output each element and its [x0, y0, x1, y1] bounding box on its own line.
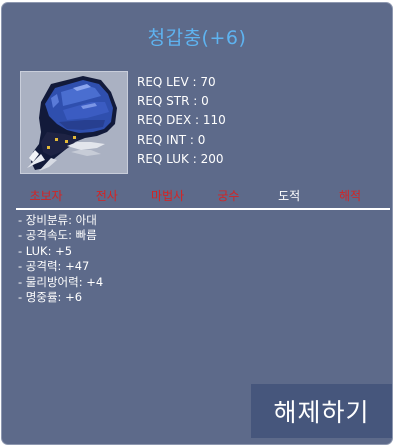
- item-name: 청갑충(+6): [147, 27, 247, 49]
- item-tooltip: 청갑충(+6) REQ LEV: 70 REQ STR: 0 REQ DEX…: [1, 2, 393, 445]
- job-pirate: 해적: [338, 189, 362, 203]
- job-beginner: 초보자: [29, 189, 63, 203]
- stat-accuracy: - 명중률: +6: [18, 289, 83, 304]
- stat-equipment-type: - 장비분류: 아대: [18, 213, 97, 227]
- stat-physical-defense: - 물리방어력: +4: [18, 274, 104, 289]
- divider: [16, 208, 390, 210]
- req-str: REQ STR : 0: [137, 94, 209, 109]
- stat-attack-speed: - 공격속도: 빠름: [18, 228, 97, 243]
- job-thief: 도적: [278, 189, 301, 203]
- req-level: REQ LEV : 70: [137, 75, 216, 89]
- job-bowman: 궁수: [217, 189, 240, 203]
- requirements-list: REQ LEV : 70 REQ STR : 0 REQ DEX : 110 R…: [137, 73, 337, 169]
- req-int: REQ INT : 0: [137, 132, 206, 147]
- job-restrictions: 초보자 전사 마법사 궁수 도적 해적: [16, 187, 380, 204]
- job-warrior: 전사: [95, 189, 118, 203]
- item-icon-frame: [20, 71, 128, 174]
- job-magician: 마법사: [151, 189, 185, 203]
- stat-attack: - 공격력: +47: [18, 259, 90, 274]
- req-dex: REQ DEX : 110: [137, 113, 226, 128]
- blue-beetle-claw-icon: [27, 76, 117, 171]
- req-luk: REQ LUK : 200: [137, 151, 224, 166]
- stat-luk: - LUK: +5: [18, 243, 73, 258]
- item-stats-list: - 장비분류: 아대 - 공격속도: 빠름 - LUK: +5 - 공격력: +…: [18, 213, 318, 305]
- unequip-button[interactable]: 해제하기: [251, 384, 392, 438]
